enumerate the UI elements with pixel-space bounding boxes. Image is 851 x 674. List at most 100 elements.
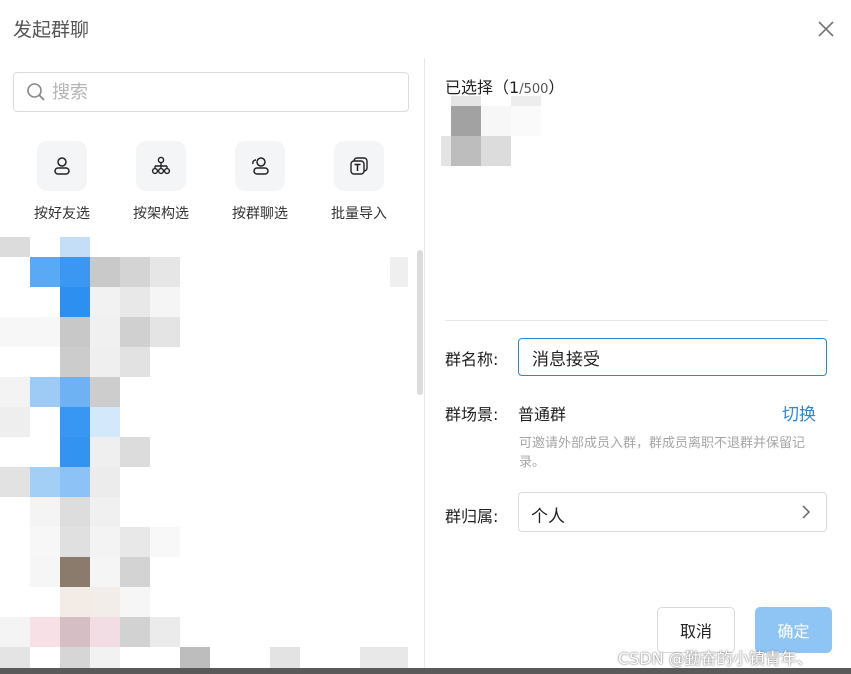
contact-list	[0, 237, 424, 674]
group-scene-description: 可邀请外部成员入群，群成员离职不退群并保留记录。	[519, 436, 806, 470]
contact-list-scrollbar[interactable]	[417, 250, 423, 395]
mosaic-block	[60, 437, 90, 467]
switch-scene-link[interactable]: 切换	[782, 400, 816, 425]
mosaic-block	[441, 136, 451, 166]
mosaic-block	[90, 497, 120, 527]
mosaic-block	[90, 437, 120, 467]
group-owner-value: 个人	[531, 507, 565, 527]
mosaic-block	[30, 617, 60, 647]
tool-icon-box	[136, 141, 186, 191]
mosaic-block	[0, 377, 30, 407]
close-icon[interactable]	[814, 17, 838, 41]
mosaic-block	[0, 317, 60, 347]
tool-icon-box	[235, 141, 285, 191]
selected-max: /500	[519, 82, 549, 97]
mosaic-block	[120, 257, 150, 287]
mosaic-block	[511, 96, 541, 106]
mosaic-block	[60, 287, 90, 317]
contact-row[interactable]	[0, 317, 410, 347]
mosaic-block	[120, 287, 150, 317]
mosaic-block	[150, 257, 180, 287]
mosaic-block	[60, 377, 90, 407]
mosaic-block	[60, 347, 90, 377]
selected-member-avatar[interactable]	[441, 96, 541, 166]
mosaic-block	[390, 257, 408, 287]
mosaic-block	[451, 106, 481, 136]
mosaic-block	[0, 647, 30, 669]
contact-row[interactable]	[0, 497, 410, 527]
mosaic-block	[60, 557, 90, 587]
contact-row[interactable]	[0, 557, 410, 587]
contact-row[interactable]	[0, 377, 410, 407]
mosaic-block	[0, 237, 30, 257]
group-owner-select[interactable]: 个人	[518, 492, 827, 532]
mosaic-block	[60, 317, 90, 347]
contact-row[interactable]	[0, 617, 410, 647]
contact-row[interactable]	[0, 467, 410, 497]
mosaic-block	[90, 587, 120, 617]
mosaic-block	[150, 617, 180, 647]
group-name-input[interactable]	[518, 338, 827, 376]
mosaic-block	[451, 136, 481, 166]
mosaic-block	[481, 136, 511, 166]
select-by-friend-button[interactable]: 按好友选	[17, 141, 107, 223]
org-chart-icon	[151, 156, 171, 175]
mosaic-block	[120, 557, 150, 587]
selected-count: 已选择（1/500）	[445, 74, 564, 98]
mosaic-block	[60, 467, 90, 497]
mosaic-block	[30, 467, 60, 497]
mosaic-block	[60, 527, 90, 557]
mosaic-block	[451, 96, 481, 106]
mosaic-block	[60, 647, 90, 669]
mosaic-block	[60, 617, 90, 647]
mosaic-block	[270, 647, 300, 669]
contact-row[interactable]	[0, 287, 410, 317]
mosaic-block	[90, 557, 120, 587]
mosaic-block	[90, 407, 120, 437]
mosaic-block	[30, 497, 60, 527]
selected-open-paren: （	[493, 78, 510, 97]
mosaic-block	[60, 587, 90, 617]
mosaic-block	[30, 257, 60, 287]
mosaic-block	[60, 257, 90, 287]
mosaic-block	[0, 617, 30, 647]
contact-row[interactable]	[0, 257, 410, 287]
mosaic-block	[30, 527, 60, 557]
mosaic-block	[30, 377, 60, 407]
batch-import-button[interactable]: 批量导入	[314, 141, 404, 223]
mosaic-block	[150, 287, 180, 317]
search-input[interactable]	[52, 81, 392, 103]
tool-label: 批量导入	[331, 206, 387, 222]
selected-label: 已选择	[445, 78, 494, 97]
mosaic-block	[90, 287, 120, 317]
mosaic-block	[0, 467, 30, 497]
group-owner-label: 群归属:	[445, 507, 499, 526]
watermark: CSDN @勤奋的小镇青年、	[618, 649, 813, 668]
mosaic-block	[120, 317, 150, 347]
mosaic-block	[60, 407, 90, 437]
select-by-group-button[interactable]: 按群聊选	[215, 141, 305, 223]
mosaic-block	[511, 106, 541, 136]
select-by-org-button[interactable]: 按架构选	[116, 141, 206, 223]
mosaic-block	[120, 347, 150, 377]
start-group-chat-dialog: 发起群聊 按好友选	[0, 0, 851, 674]
pane-divider	[424, 58, 425, 674]
mosaic-block	[120, 587, 150, 617]
selected-close-paren: ）	[548, 78, 565, 97]
mosaic-block	[120, 527, 150, 557]
contact-row[interactable]	[0, 587, 410, 617]
contact-row[interactable]	[0, 347, 410, 377]
mosaic-block	[90, 257, 120, 287]
dialog-title: 发起群聊	[13, 19, 90, 41]
mosaic-block	[120, 437, 150, 467]
selected-count-value: 1	[509, 78, 520, 97]
search-box[interactable]	[13, 72, 409, 112]
mosaic-block	[90, 317, 120, 347]
mosaic-block	[150, 317, 180, 347]
contact-row[interactable]	[0, 437, 410, 467]
mosaic-block	[120, 617, 150, 647]
mosaic-block	[30, 557, 60, 587]
contact-row[interactable]	[0, 527, 410, 557]
contact-row[interactable]	[0, 407, 410, 437]
group-scene-label: 群场景:	[445, 405, 499, 424]
